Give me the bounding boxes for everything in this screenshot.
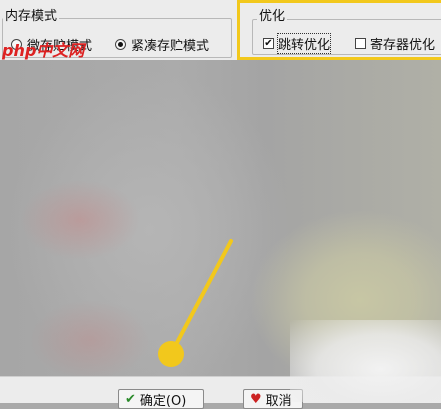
check-icon: ✔ — [125, 391, 136, 407]
cancel-icon: ♥ — [250, 391, 262, 407]
corner-watermark-blur — [290, 320, 441, 402]
checkbox-register-optimize[interactable]: 寄存器优化 — [355, 34, 435, 53]
checkbox-label: 寄存器优化 — [370, 38, 436, 53]
ok-button[interactable]: ✔ 确定(O) — [118, 389, 204, 409]
optimize-group: 优化 ✔ 跳转优化 寄存器优化 — [252, 10, 441, 55]
radio-compact-storage[interactable]: 紧凑存贮模式 — [115, 35, 209, 54]
ok-button-label: 确定(O) — [139, 393, 187, 409]
radio-icon-selected[interactable] — [115, 39, 126, 50]
radio-label: 紧凑存贮模式 — [131, 39, 210, 54]
watermark-logo: php中文网 — [2, 41, 85, 60]
checkbox-icon[interactable] — [355, 38, 366, 49]
memory-mode-title: 内存模式 — [3, 9, 60, 24]
checkbox-checked-icon[interactable]: ✔ — [263, 38, 274, 49]
optimize-highlight-frame: 优化 ✔ 跳转优化 寄存器优化 — [237, 0, 441, 60]
checkbox-label: 跳转优化 — [276, 33, 332, 54]
cancel-button-label: 取消 — [265, 393, 292, 409]
checkbox-jump-optimize[interactable]: ✔ 跳转优化 — [263, 33, 332, 54]
optimize-title: 优化 — [257, 9, 288, 24]
